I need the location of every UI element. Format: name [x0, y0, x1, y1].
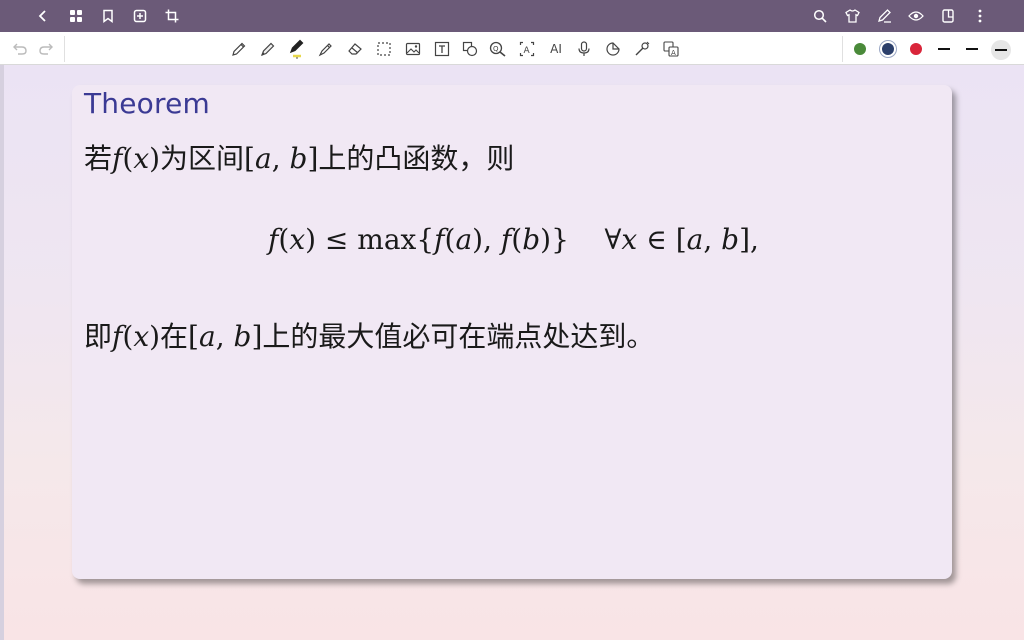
theorem-statement-line: 若f(x)为区间[a, b]上的凸函数，则 [84, 142, 515, 175]
add-page-icon[interactable] [130, 6, 150, 26]
sticker-icon[interactable] [603, 39, 623, 59]
shapes-icon[interactable] [460, 39, 480, 59]
search-icon[interactable] [810, 6, 830, 26]
note-canvas[interactable]: Theorem 若f(x)为区间[a, b]上的凸函数，则 f(x) ≤ max… [0, 65, 1024, 640]
text-box-icon[interactable] [432, 39, 452, 59]
top-app-bar [0, 0, 1024, 32]
svg-text:A: A [524, 46, 531, 56]
marker-icon[interactable] [316, 39, 336, 59]
chevron-left-icon[interactable] [33, 6, 53, 26]
microphone-icon[interactable] [574, 39, 594, 59]
theorem-conclusion-line: 即f(x)在[a, b]上的最大值必可在端点处达到。 [84, 320, 655, 353]
ocr-icon[interactable]: Q [488, 39, 508, 59]
color-swatch-green[interactable] [854, 43, 866, 55]
stroke-width-thin[interactable] [938, 48, 950, 50]
theorem-title: Theorem [84, 87, 211, 120]
theorem-inequality: f(x) ≤ max{f(a), f(b)} ∀x ∈ [a, b], [268, 223, 759, 256]
eye-icon[interactable] [906, 6, 926, 26]
crop-icon[interactable] [162, 6, 182, 26]
bookmark-icon[interactable] [98, 6, 118, 26]
shirt-icon[interactable] [842, 6, 862, 26]
color-swatch-red[interactable] [910, 43, 922, 55]
lasso-select-icon[interactable] [374, 39, 394, 59]
redo-icon[interactable] [36, 39, 56, 59]
eraser-icon[interactable] [345, 39, 365, 59]
stroke-width-selected[interactable] [991, 40, 1011, 60]
svg-text:Q: Q [493, 45, 499, 53]
grid-icon[interactable] [66, 6, 86, 26]
text-recognize-icon[interactable]: A [517, 39, 537, 59]
undo-icon[interactable] [10, 39, 30, 59]
highlighter-icon[interactable] [287, 39, 307, 59]
image-icon[interactable] [403, 39, 423, 59]
ai-label: AI [550, 42, 562, 56]
theorem-card: Theorem 若f(x)为区间[a, b]上的凸函数，则 f(x) ≤ max… [72, 85, 952, 579]
color-swatch-navy-selected[interactable] [882, 43, 894, 55]
toolbar-divider [64, 36, 65, 62]
ai-icon[interactable]: AI [546, 39, 566, 59]
pen-edit-icon[interactable] [874, 6, 894, 26]
svg-text:A: A [671, 49, 676, 57]
stroke-width-medium[interactable] [966, 48, 978, 50]
toolbar-divider [842, 36, 843, 62]
page-layout-icon[interactable] [938, 6, 958, 26]
translate-icon[interactable]: A [661, 39, 681, 59]
more-vertical-icon[interactable] [970, 6, 990, 26]
drawing-toolbar: Q A AI A [0, 32, 1024, 65]
pen-icon[interactable] [258, 39, 278, 59]
pencil-icon[interactable] [229, 39, 249, 59]
canvas-edge [0, 65, 4, 640]
laser-pointer-icon[interactable] [632, 39, 652, 59]
